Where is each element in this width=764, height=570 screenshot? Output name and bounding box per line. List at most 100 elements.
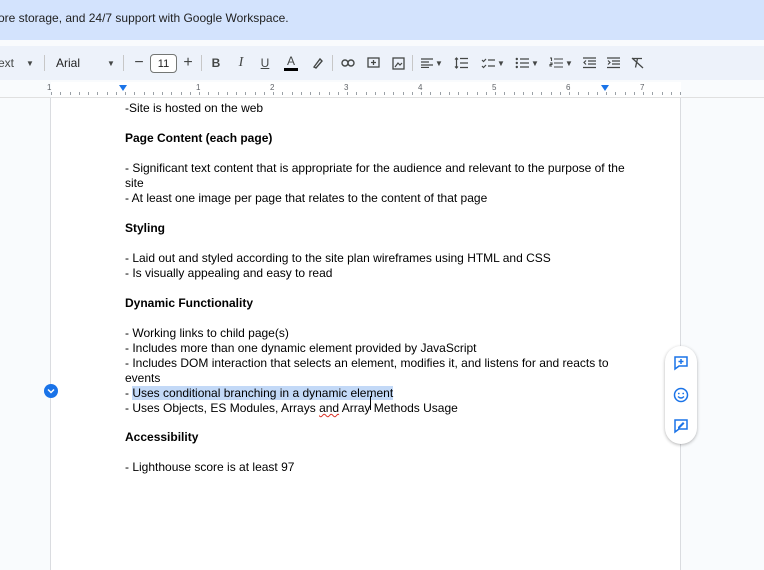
link-icon <box>341 59 355 67</box>
ruler-tick <box>301 92 302 95</box>
style-dropdown[interactable]: ext <box>0 46 18 80</box>
left-indent-marker[interactable] <box>119 85 127 91</box>
ruler-tick <box>70 92 71 95</box>
ruler-tick <box>551 92 552 95</box>
ruler-tick <box>310 92 311 95</box>
ruler-tick <box>144 92 145 95</box>
promo-banner-text: ore storage, and 24/7 support with Googl… <box>0 11 289 25</box>
ruler-tick <box>264 92 265 95</box>
align-dropdown[interactable]: ▼ <box>420 46 444 80</box>
font-dropdown-caret-icon[interactable]: ▼ <box>105 46 117 80</box>
line-text: - Uses Objects, ES Modules, Arrays <box>125 401 320 415</box>
ruler-tick <box>190 92 191 95</box>
ruler-number: 1 <box>47 83 52 92</box>
ruler-tick <box>282 92 283 95</box>
ruler-tick <box>125 92 126 95</box>
increase-indent-button[interactable] <box>605 46 621 80</box>
suggest-edits-icon <box>674 419 688 434</box>
section-heading: Accessibility <box>125 430 199 444</box>
ruler-tick <box>384 92 385 95</box>
ruler-tick <box>403 92 404 95</box>
text-color-icon: A <box>286 54 295 68</box>
increase-font-size-button[interactable]: + <box>181 46 195 80</box>
selected-text: Uses conditional branching in a dynamic … <box>132 386 394 400</box>
text-cursor <box>370 396 371 410</box>
checklist-icon <box>481 58 496 69</box>
ruler-tick <box>255 92 256 95</box>
numbered-list-icon <box>549 57 564 68</box>
numbered-list-caret-icon: ▼ <box>565 58 573 68</box>
ruler-number: 5 <box>492 83 497 92</box>
floating-action-panel <box>665 346 697 444</box>
ruler-tick <box>245 92 246 95</box>
ruler-tick <box>615 92 616 95</box>
line-spacing-icon <box>454 57 468 69</box>
minus-icon: − <box>134 54 144 71</box>
image-icon <box>391 56 405 70</box>
highlight-color-button[interactable] <box>310 46 326 80</box>
ruler-tick <box>60 92 61 95</box>
line-spacing-button[interactable] <box>453 46 469 80</box>
ruler-tick <box>356 92 357 95</box>
ruler-tick <box>421 92 422 95</box>
ruler-tick <box>430 92 431 95</box>
ruler-tick <box>97 92 98 95</box>
promo-banner: ore storage, and 24/7 support with Googl… <box>0 0 764 40</box>
ruler-tick <box>107 92 108 95</box>
section-heading: Page Content (each page) <box>125 131 273 145</box>
doc-line: - Working links to child page(s) <box>125 326 289 340</box>
ruler-tick <box>449 92 450 95</box>
ruler-tick <box>486 92 487 95</box>
comment-bubble-button[interactable] <box>44 384 58 398</box>
checklist-caret-icon: ▼ <box>497 58 505 68</box>
ruler-tick <box>588 92 589 95</box>
underline-button[interactable]: U <box>258 46 272 80</box>
increase-indent-icon <box>606 57 620 69</box>
insert-link-button[interactable] <box>340 46 356 80</box>
ruler-tick <box>393 92 394 95</box>
ruler-tick <box>467 92 468 95</box>
insert-image-button[interactable] <box>390 46 406 80</box>
add-comment-icon <box>674 356 688 371</box>
bold-button[interactable]: B <box>209 46 223 80</box>
ruler-tick <box>671 92 672 95</box>
font-size-input[interactable]: 11 <box>150 54 177 73</box>
ruler-tick <box>51 92 52 95</box>
style-dropdown-caret-icon[interactable]: ▼ <box>24 46 36 80</box>
horizontal-ruler[interactable]: 1 1 2 3 4 5 6 7 <box>0 82 764 98</box>
ruler-number: 4 <box>418 83 423 92</box>
ruler-tick <box>532 92 533 95</box>
ruler-tick <box>116 92 117 95</box>
clear-formatting-button[interactable] <box>629 46 645 80</box>
ruler-tick <box>578 92 579 95</box>
ruler-tick <box>319 92 320 95</box>
text-color-button[interactable]: A <box>283 46 299 80</box>
right-indent-marker[interactable] <box>601 85 609 91</box>
ruler-tick <box>495 92 496 95</box>
ruler-tick <box>523 92 524 95</box>
ruler-number: 2 <box>270 83 275 92</box>
add-emoji-reaction-button[interactable] <box>672 386 690 404</box>
ruler-tick <box>171 92 172 95</box>
checklist-dropdown[interactable]: ▼ <box>479 46 507 80</box>
decrease-font-size-button[interactable]: − <box>132 46 146 80</box>
ruler-tick <box>440 92 441 95</box>
bulleted-list-dropdown[interactable]: ▼ <box>513 46 541 80</box>
toolbar-divider <box>44 55 45 71</box>
ruler-tick <box>504 92 505 95</box>
suggest-edits-button[interactable] <box>672 417 690 435</box>
toolbar-divider <box>123 55 124 71</box>
clear-formatting-icon <box>631 57 643 69</box>
bold-icon: B <box>211 56 221 70</box>
add-comment-side-button[interactable] <box>672 354 690 372</box>
font-dropdown[interactable]: Arial <box>56 46 86 80</box>
ruler-tick <box>541 92 542 95</box>
doc-line: -Site is hosted on the web <box>125 101 264 115</box>
section-heading: Dynamic Functionality <box>125 296 254 310</box>
numbered-list-dropdown[interactable]: ▼ <box>547 46 575 80</box>
toolbar-divider <box>201 55 202 71</box>
style-label: ext <box>0 56 15 70</box>
italic-button[interactable]: I <box>234 46 248 80</box>
decrease-indent-button[interactable] <box>581 46 597 80</box>
add-comment-button[interactable] <box>365 46 381 80</box>
